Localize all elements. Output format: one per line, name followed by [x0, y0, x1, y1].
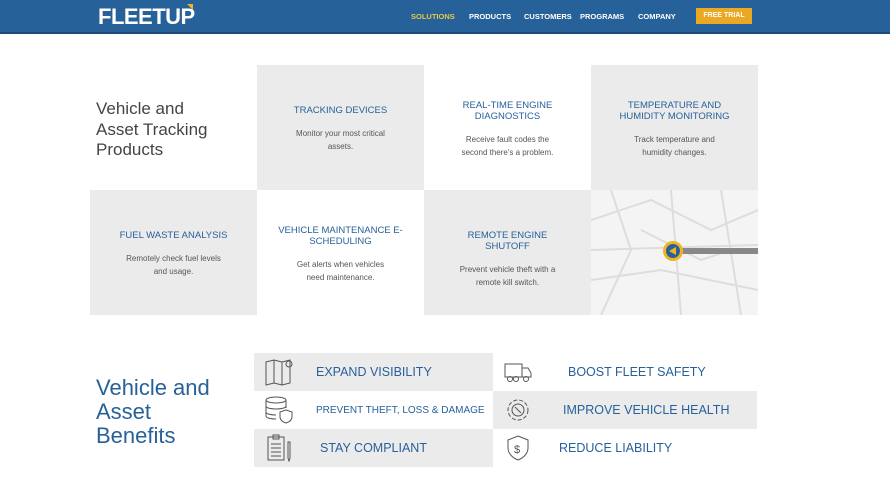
nav-programs[interactable]: PROGRAMS	[580, 12, 624, 21]
shield-dollar-icon: $	[507, 435, 529, 461]
benefit-item: EXPAND VISIBILITY	[254, 353, 493, 391]
map-streets-icon	[591, 190, 758, 315]
card-desc: Prevent vehicle theft with a remote kill…	[459, 265, 556, 287]
benefit-item: IMPROVE VEHICLE HEALTH	[493, 391, 757, 429]
map-pin-icon	[265, 359, 293, 386]
card-title: REMOTE ENGINE SHUTOFF	[467, 230, 548, 252]
benefit-item: $ REDUCE LIABILITY	[493, 429, 757, 467]
card-title: VEHICLE MAINTENANCE E-SCHEDULING	[278, 225, 403, 247]
database-shield-icon	[265, 396, 293, 424]
card-desc: Receive fault codes the second there's a…	[461, 135, 554, 157]
header: FLEETUP SOLUTIONS PRODUCTS CUSTOMERS PRO…	[0, 0, 890, 34]
logo-mark-icon	[187, 4, 193, 10]
product-card[interactable]: FUEL WASTE ANALYSIS Remotely check fuel l…	[90, 190, 257, 315]
product-card[interactable]: TEMPERATURE AND HUMIDITY MONITORING Track…	[591, 65, 758, 190]
benefit-item: STAY COMPLIANT	[254, 429, 493, 467]
card-desc: Track temperature and humidity changes.	[634, 135, 715, 157]
card-desc: Get alerts when vehicles need maintenanc…	[296, 260, 385, 282]
product-card[interactable]: REAL-TIME ENGINE DIAGNOSTICS Receive faul…	[424, 65, 591, 190]
benefit-item: BOOST FLEET SAFETY	[493, 353, 757, 391]
product-card[interactable]: TRACKING DEVICES Monitor your most critic…	[257, 65, 424, 190]
card-desc: Monitor your most critical assets.	[296, 129, 385, 151]
map-image	[591, 190, 758, 315]
benefit-label: PREVENT THEFT, LOSS & DAMAGE	[316, 404, 485, 416]
nav-customers[interactable]: CUSTOMERS	[524, 12, 572, 21]
card-title: REAL-TIME ENGINE DIAGNOSTICS	[462, 100, 553, 122]
nav-company[interactable]: COMPANY	[638, 12, 676, 21]
benefit-label: BOOST FLEET SAFETY	[568, 365, 706, 379]
products-title: Vehicle and Asset Tracking Products	[96, 99, 208, 159]
logo[interactable]: FLEETUP	[98, 4, 195, 30]
card-title: TRACKING DEVICES	[293, 105, 388, 116]
card-desc: Remotely check fuel levels and usage.	[126, 254, 221, 276]
card-title: TEMPERATURE AND HUMIDITY MONITORING	[619, 100, 730, 122]
free-trial-button[interactable]: FREE TRIAL	[696, 8, 752, 24]
benefits-title: Vehicle and Asset Benefits	[96, 375, 210, 448]
nav-products[interactable]: PRODUCTS	[469, 12, 511, 21]
benefit-label: EXPAND VISIBILITY	[316, 365, 432, 379]
product-card[interactable]: VEHICLE MAINTENANCE E-SCHEDULING Get aler…	[257, 190, 424, 315]
truck-icon	[504, 363, 532, 382]
benefit-item: PREVENT THEFT, LOSS & DAMAGE	[254, 391, 493, 429]
card-title: FUEL WASTE ANALYSIS	[119, 230, 228, 241]
gear-wrench-icon	[507, 399, 529, 421]
benefit-label: STAY COMPLIANT	[320, 441, 427, 455]
clipboard-icon	[267, 434, 291, 462]
benefit-label: REDUCE LIABILITY	[559, 441, 673, 455]
svg-text:$: $	[514, 444, 520, 456]
benefit-label: IMPROVE VEHICLE HEALTH	[563, 403, 730, 417]
product-card[interactable]: REMOTE ENGINE SHUTOFF Prevent vehicle the…	[424, 190, 591, 315]
nav-solutions[interactable]: SOLUTIONS	[411, 12, 455, 21]
